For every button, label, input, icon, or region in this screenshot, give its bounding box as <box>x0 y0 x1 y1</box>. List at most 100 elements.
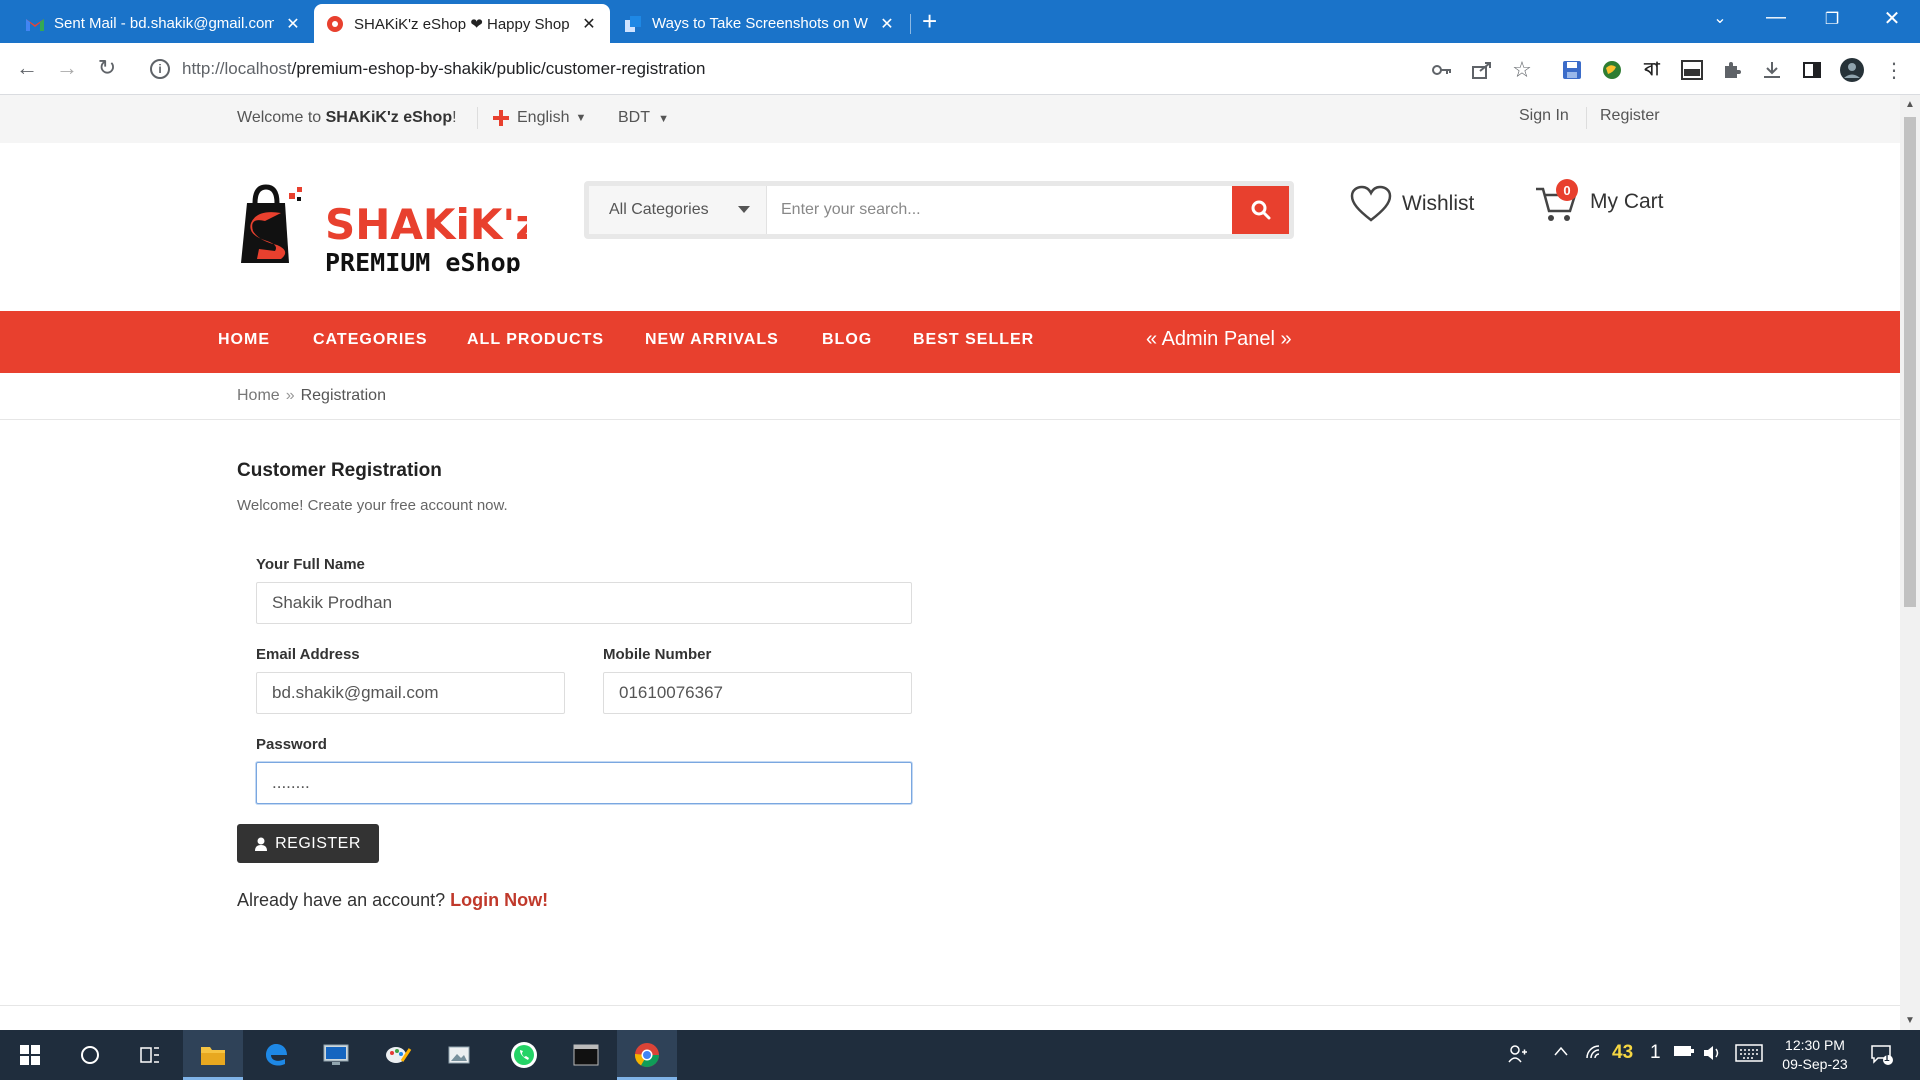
login-now-link[interactable]: Login Now! <box>450 890 548 910</box>
bangla-extension-icon[interactable]: বা <box>1638 56 1666 84</box>
minimize-icon[interactable]: — <box>1756 6 1796 29</box>
close-window-icon[interactable]: ✕ <box>1872 6 1912 31</box>
bookmark-star-icon[interactable]: ☆ <box>1508 56 1536 84</box>
taskbar-clock[interactable]: 12:30 PM 09-Sep-23 <box>1770 1036 1860 1074</box>
page-title: Customer Registration <box>237 460 442 481</box>
admin-panel-link[interactable]: « Admin Panel » <box>1146 328 1292 351</box>
cart-label: My Cart <box>1590 190 1664 213</box>
register-button-label: REGISTER <box>275 834 361 852</box>
key-icon[interactable] <box>1428 56 1456 84</box>
scroll-up-icon[interactable]: ▲ <box>1905 99 1915 110</box>
temperature-indicator[interactable]: 43 <box>1612 1042 1633 1064</box>
task-view-icon[interactable] <box>120 1030 180 1080</box>
close-tab-icon[interactable]: ✕ <box>580 14 598 34</box>
wifi-icon[interactable] <box>1585 1044 1605 1065</box>
chevron-up-icon[interactable] <box>1553 1044 1569 1062</box>
url-host: http://localhost <box>182 59 292 78</box>
login-prompt-text: Already have an account? <box>237 890 451 910</box>
image-app-icon[interactable] <box>430 1030 490 1080</box>
tab-label: SHAKiK'z eShop ❤ Happy Shopping <box>354 15 570 33</box>
sign-in-link[interactable]: Sign In <box>1519 107 1569 125</box>
wishlist-label: Wishlist <box>1402 192 1475 215</box>
nav-blog[interactable]: BLOG <box>822 331 872 349</box>
terminal-icon[interactable] <box>556 1030 616 1080</box>
welcome-text: Welcome to SHAKiK'z eShop! <box>237 109 457 127</box>
mobile-input[interactable] <box>603 672 912 714</box>
logo-line-2: PREMIUM eShop <box>325 248 521 273</box>
divider <box>0 419 1900 420</box>
reload-icon[interactable]: ↻ <box>92 55 122 81</box>
email-input[interactable] <box>256 672 565 714</box>
site-info-icon[interactable]: i <box>150 59 170 79</box>
edge-browser-icon[interactable] <box>246 1030 306 1080</box>
language-selector[interactable]: English ▼ <box>493 109 586 127</box>
search-input[interactable] <box>767 186 1232 234</box>
chevron-down-icon: ▼ <box>658 113 670 125</box>
side-panel-icon[interactable] <box>1798 56 1826 84</box>
wishlist-link[interactable]: Wishlist <box>1350 185 1474 223</box>
news-extension-icon[interactable] <box>1678 56 1706 84</box>
register-link[interactable]: Register <box>1600 107 1660 125</box>
nav-best-seller[interactable]: BEST SELLER <box>913 331 1034 349</box>
password-label: Password <box>256 736 327 753</box>
email-label: Email Address <box>256 646 360 663</box>
keyboard-icon[interactable] <box>1735 1044 1763 1067</box>
windows-page-icon <box>624 15 642 33</box>
monitor-app-icon[interactable] <box>306 1030 366 1080</box>
windows-taskbar: 43 1 12:30 PM 09-Sep-23 1 <box>0 1030 1920 1080</box>
address-bar: ← → ↻ i http://localhost/premium-eshop-b… <box>0 43 1920 95</box>
tab-eshop[interactable]: SHAKiK'z eShop ❤ Happy Shopping ✕ <box>314 4 610 43</box>
action-center-icon[interactable]: 1 <box>1870 1044 1894 1071</box>
tab-screenshots[interactable]: Ways to Take Screenshots on Windows ✕ <box>612 4 908 43</box>
url-text: http://localhost/premium-eshop-by-shakik… <box>182 59 705 79</box>
save-extension-icon[interactable] <box>1558 56 1586 84</box>
main-navigation: HOME CATEGORIES ALL PRODUCTS NEW ARRIVAL… <box>0 311 1900 373</box>
password-input[interactable] <box>256 762 912 804</box>
breadcrumb-home[interactable]: Home <box>237 387 280 404</box>
download-icon[interactable] <box>1758 56 1786 84</box>
globe-extension-icon[interactable] <box>1598 56 1626 84</box>
login-prompt: Already have an account? Login Now! <box>237 890 548 911</box>
volume-icon[interactable] <box>1702 1044 1722 1067</box>
forward-icon[interactable]: → <box>52 55 82 81</box>
site-logo[interactable]: SHAKiK'z PREMIUM eShop <box>237 183 540 277</box>
restore-icon[interactable]: ❐ <box>1812 9 1852 29</box>
back-icon[interactable]: ← <box>12 55 42 81</box>
whatsapp-icon[interactable] <box>494 1030 554 1080</box>
search-button[interactable] <box>1232 186 1289 234</box>
nav-home[interactable]: HOME <box>218 331 270 349</box>
shopping-bag-logo-icon: SHAKiK'z PREMIUM eShop <box>241 184 540 277</box>
notification-counter[interactable]: 1 <box>1650 1042 1661 1064</box>
nav-all-products[interactable]: ALL PRODUCTS <box>467 331 604 349</box>
page-scrollbar[interactable]: ▲ ▼ <box>1900 95 1920 1030</box>
close-tab-icon[interactable]: ✕ <box>284 14 302 34</box>
share-icon[interactable] <box>1468 56 1496 84</box>
windows-start-icon[interactable] <box>0 1030 60 1080</box>
register-button[interactable]: REGISTER <box>237 824 379 863</box>
currency-label: BDT <box>618 109 650 126</box>
tab-search-icon[interactable]: ⌄ <box>1700 8 1740 28</box>
tab-gmail[interactable]: Sent Mail - bd.shakik@gmail.com ✕ <box>14 4 314 43</box>
browser-menu-icon[interactable]: ⋮ <box>1880 56 1908 84</box>
gmail-icon <box>26 15 44 33</box>
welcome-suffix: ! <box>452 109 457 126</box>
full-name-input[interactable] <box>256 582 912 624</box>
search-icon[interactable] <box>60 1030 120 1080</box>
extensions-puzzle-icon[interactable] <box>1718 56 1746 84</box>
people-icon[interactable] <box>1508 1044 1528 1069</box>
battery-icon[interactable] <box>1673 1044 1695 1063</box>
scroll-down-icon[interactable]: ▼ <box>1905 1015 1915 1026</box>
paint-app-icon[interactable] <box>368 1030 428 1080</box>
category-select[interactable]: All Categories <box>589 186 767 234</box>
nav-new-arrivals[interactable]: NEW ARRIVALS <box>645 331 779 349</box>
currency-selector[interactable]: BDT ▼ <box>618 109 669 127</box>
nav-categories[interactable]: CATEGORIES <box>313 331 428 349</box>
close-tab-icon[interactable]: ✕ <box>878 14 896 34</box>
profile-avatar[interactable] <box>1838 56 1866 84</box>
scrollbar-thumb[interactable] <box>1904 117 1916 607</box>
file-explorer-icon[interactable] <box>183 1030 243 1080</box>
url-field[interactable]: i http://localhost/premium-eshop-by-shak… <box>140 49 1540 89</box>
cart-link[interactable]: 0 My Cart <box>1534 179 1664 223</box>
new-tab-button[interactable]: + <box>922 6 937 37</box>
chrome-icon[interactable] <box>617 1030 677 1080</box>
